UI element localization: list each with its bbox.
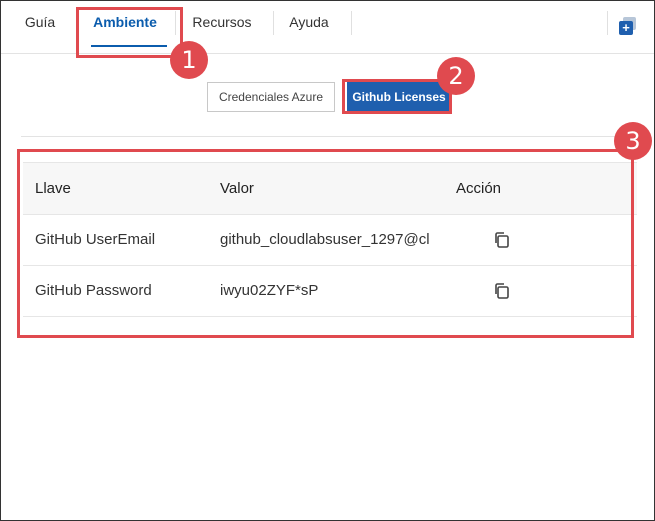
row-key: GitHub Password xyxy=(35,282,152,299)
table-row: GitHub Password iwyu02ZYF*sP xyxy=(23,266,637,317)
active-tab-indicator xyxy=(91,45,167,47)
copy-icon[interactable] xyxy=(493,282,511,300)
annotation-badge-2: 2 xyxy=(437,57,475,95)
credentials-table: Llave Valor Acción GitHub UserEmail gith… xyxy=(23,162,637,317)
annotation-badge-1: 1 xyxy=(170,41,208,79)
app-panel: Guía Ambiente Recursos Ayuda + Credencia… xyxy=(0,0,655,521)
table-header-row: Llave Valor Acción xyxy=(23,162,637,215)
header-valor: Valor xyxy=(220,180,254,197)
credenciales-azure-button[interactable]: Credenciales Azure xyxy=(207,82,335,112)
tab-separator xyxy=(351,11,352,35)
header-accion: Acción xyxy=(456,180,502,197)
row-key: GitHub UserEmail xyxy=(35,231,156,248)
tab-recursos[interactable]: Recursos xyxy=(187,1,257,43)
header-llave: Llave xyxy=(35,180,71,197)
section-divider xyxy=(21,136,634,137)
tab-guia[interactable]: Guía xyxy=(23,1,57,43)
expand-panel-icon[interactable]: + xyxy=(619,17,637,35)
tab-bar: Guía Ambiente Recursos Ayuda + xyxy=(1,1,654,54)
copy-icon[interactable] xyxy=(493,231,511,249)
tab-separator xyxy=(175,11,176,35)
row-value: iwyu02ZYF*sP xyxy=(220,282,319,299)
tab-separator xyxy=(607,11,608,35)
tab-ayuda[interactable]: Ayuda xyxy=(284,1,334,43)
tab-ambiente[interactable]: Ambiente xyxy=(89,1,161,43)
row-value: github_cloudlabsuser_1297@cl xyxy=(220,231,430,248)
annotation-badge-3: 3 xyxy=(614,122,652,160)
github-licenses-button[interactable]: Github Licenses xyxy=(347,82,451,112)
tab-separator xyxy=(273,11,274,35)
table-row: GitHub UserEmail github_cloudlabsuser_12… xyxy=(23,215,637,266)
